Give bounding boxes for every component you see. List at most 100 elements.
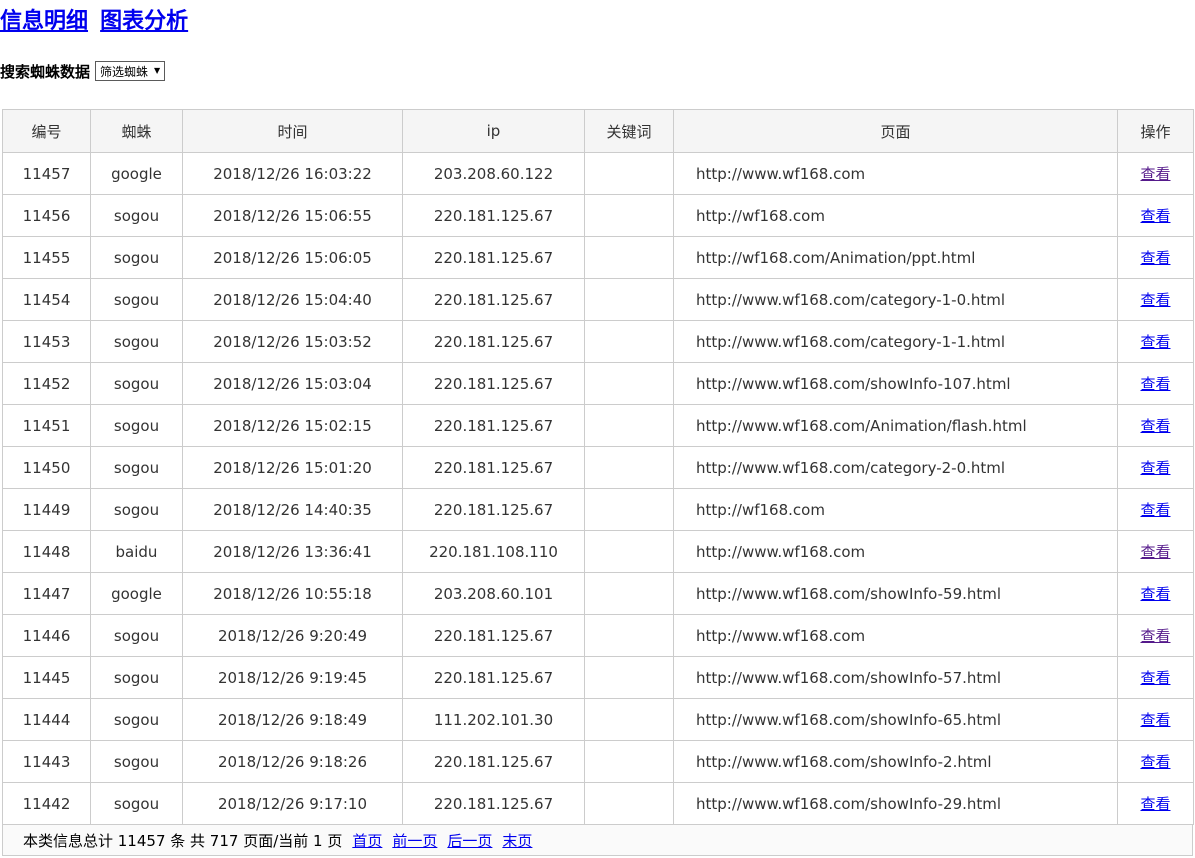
- cell-page: http://wf168.com: [674, 195, 1118, 237]
- cell-ip: 220.181.125.67: [403, 363, 585, 405]
- pagination-link-next[interactable]: 后一页: [447, 832, 492, 850]
- view-link[interactable]: 查看: [1140, 291, 1170, 309]
- cell-page: http://www.wf168.com/showInfo-59.html: [674, 573, 1118, 615]
- cell-time: 2018/12/26 14:40:35: [183, 489, 403, 531]
- cell-ip: 220.181.125.67: [403, 489, 585, 531]
- cell-time: 2018/12/26 13:36:41: [183, 531, 403, 573]
- view-link[interactable]: 查看: [1140, 585, 1170, 603]
- cell-spider: baidu: [91, 531, 183, 573]
- nav-link-info-detail[interactable]: 信息明细: [0, 9, 88, 34]
- cell-id: 11442: [3, 783, 91, 825]
- cell-spider: sogou: [91, 363, 183, 405]
- cell-id: 11452: [3, 363, 91, 405]
- cell-time: 2018/12/26 15:06:55: [183, 195, 403, 237]
- cell-page: http://www.wf168.com/category-1-0.html: [674, 279, 1118, 321]
- pagination-link-last[interactable]: 末页: [502, 832, 532, 850]
- cell-action: 查看: [1118, 573, 1194, 615]
- cell-action: 查看: [1118, 279, 1194, 321]
- view-link[interactable]: 查看: [1140, 207, 1170, 225]
- spider-table-body: 11457google2018/12/26 16:03:22203.208.60…: [3, 153, 1194, 825]
- header-page: 页面: [674, 110, 1118, 153]
- view-link[interactable]: 查看: [1140, 165, 1170, 183]
- pagination-link-first[interactable]: 首页: [352, 832, 382, 850]
- view-link[interactable]: 查看: [1140, 753, 1170, 771]
- cell-action: 查看: [1118, 783, 1194, 825]
- table-row: 11447google2018/12/26 10:55:18203.208.60…: [3, 573, 1194, 615]
- spider-filter-select[interactable]: 筛选蜘蛛 ▼: [95, 61, 165, 81]
- table-row: 11453sogou2018/12/26 15:03:52220.181.125…: [3, 321, 1194, 363]
- table-row: 11443sogou2018/12/26 9:18:26220.181.125.…: [3, 741, 1194, 783]
- table-header-row: 编号 蜘蛛 时间 ip 关键词 页面 操作: [3, 110, 1194, 153]
- view-link[interactable]: 查看: [1140, 417, 1170, 435]
- cell-time: 2018/12/26 9:18:26: [183, 741, 403, 783]
- cell-spider: sogou: [91, 741, 183, 783]
- cell-page: http://www.wf168.com/showInfo-29.html: [674, 783, 1118, 825]
- cell-id: 11448: [3, 531, 91, 573]
- cell-id: 11450: [3, 447, 91, 489]
- cell-spider: sogou: [91, 615, 183, 657]
- cell-spider: sogou: [91, 489, 183, 531]
- cell-spider: sogou: [91, 195, 183, 237]
- pagination-link-prev[interactable]: 前一页: [392, 832, 437, 850]
- header-spider: 蜘蛛: [91, 110, 183, 153]
- cell-page: http://www.wf168.com/Animation/flash.htm…: [674, 405, 1118, 447]
- cell-action: 查看: [1118, 741, 1194, 783]
- cell-spider: google: [91, 573, 183, 615]
- cell-spider: sogou: [91, 321, 183, 363]
- view-link[interactable]: 查看: [1140, 669, 1170, 687]
- chevron-down-icon: ▼: [154, 67, 160, 75]
- nav-link-chart-analysis[interactable]: 图表分析: [100, 9, 188, 34]
- view-link[interactable]: 查看: [1140, 459, 1170, 477]
- cell-spider: sogou: [91, 447, 183, 489]
- cell-keyword: [585, 489, 674, 531]
- cell-ip: 220.181.125.67: [403, 195, 585, 237]
- cell-spider: sogou: [91, 783, 183, 825]
- view-link[interactable]: 查看: [1140, 333, 1170, 351]
- table-row: 11451sogou2018/12/26 15:02:15220.181.125…: [3, 405, 1194, 447]
- cell-keyword: [585, 195, 674, 237]
- table-row: 11456sogou2018/12/26 15:06:55220.181.125…: [3, 195, 1194, 237]
- cell-page: http://wf168.com/Animation/ppt.html: [674, 237, 1118, 279]
- table-row: 11452sogou2018/12/26 15:03:04220.181.125…: [3, 363, 1194, 405]
- table-row: 11449sogou2018/12/26 14:40:35220.181.125…: [3, 489, 1194, 531]
- cell-keyword: [585, 153, 674, 195]
- view-link[interactable]: 查看: [1140, 627, 1170, 645]
- cell-ip: 220.181.125.67: [403, 237, 585, 279]
- view-link[interactable]: 查看: [1140, 249, 1170, 267]
- cell-action: 查看: [1118, 615, 1194, 657]
- header-id: 编号: [3, 110, 91, 153]
- view-link[interactable]: 查看: [1140, 795, 1170, 813]
- cell-spider: google: [91, 153, 183, 195]
- cell-time: 2018/12/26 15:03:52: [183, 321, 403, 363]
- cell-id: 11456: [3, 195, 91, 237]
- view-link[interactable]: 查看: [1140, 375, 1170, 393]
- cell-action: 查看: [1118, 153, 1194, 195]
- cell-ip: 220.181.125.67: [403, 783, 585, 825]
- cell-id: 11451: [3, 405, 91, 447]
- cell-action: 查看: [1118, 447, 1194, 489]
- search-label: 搜索蜘蛛数据: [0, 61, 90, 82]
- view-link[interactable]: 查看: [1140, 711, 1170, 729]
- table-row: 11445sogou2018/12/26 9:19:45220.181.125.…: [3, 657, 1194, 699]
- header-action: 操作: [1118, 110, 1194, 153]
- cell-ip: 203.208.60.122: [403, 153, 585, 195]
- view-link[interactable]: 查看: [1140, 501, 1170, 519]
- table-row: 11448baidu2018/12/26 13:36:41220.181.108…: [3, 531, 1194, 573]
- cell-action: 查看: [1118, 405, 1194, 447]
- spider-table: 编号 蜘蛛 时间 ip 关键词 页面 操作 11457google2018/12…: [2, 109, 1194, 825]
- search-row: 搜索蜘蛛数据 筛选蜘蛛 ▼: [0, 60, 1195, 82]
- pagination-summary: 本类信息总计 11457 条 共 717 页面/当前 1 页: [23, 830, 342, 851]
- cell-id: 11446: [3, 615, 91, 657]
- cell-ip: 220.181.125.67: [403, 447, 585, 489]
- cell-page: http://wf168.com: [674, 489, 1118, 531]
- spider-filter-value: 筛选蜘蛛: [100, 63, 148, 80]
- cell-action: 查看: [1118, 237, 1194, 279]
- cell-action: 查看: [1118, 363, 1194, 405]
- view-link[interactable]: 查看: [1140, 543, 1170, 561]
- cell-time: 2018/12/26 9:20:49: [183, 615, 403, 657]
- cell-id: 11454: [3, 279, 91, 321]
- cell-keyword: [585, 363, 674, 405]
- header-ip: ip: [403, 110, 585, 153]
- cell-time: 2018/12/26 9:19:45: [183, 657, 403, 699]
- pagination-bar: 本类信息总计 11457 条 共 717 页面/当前 1 页 首页前一页后一页末…: [2, 824, 1193, 856]
